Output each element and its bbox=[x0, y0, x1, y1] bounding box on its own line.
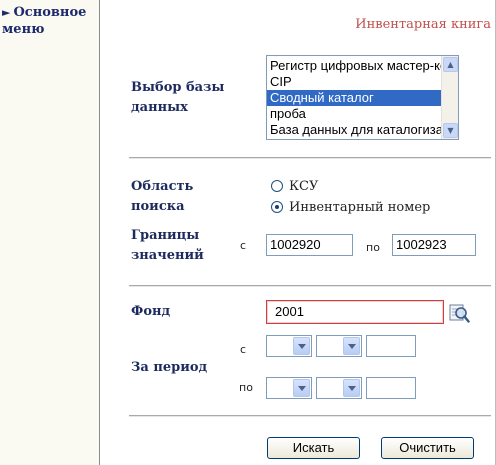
sidebar: ► Основное меню bbox=[0, 0, 100, 465]
database-option[interactable]: проба bbox=[267, 106, 441, 122]
chevron-down-icon[interactable] bbox=[293, 379, 310, 397]
period-to-month-select[interactable] bbox=[266, 377, 312, 399]
main-menu-link[interactable]: ► Основное меню bbox=[2, 4, 98, 38]
search-lookup-icon[interactable] bbox=[448, 302, 470, 324]
search-button[interactable]: Искать bbox=[267, 437, 360, 459]
database-options: Регистр цифровых мастер-копий CIP Сводны… bbox=[267, 58, 441, 138]
fond-input[interactable]: 2001 bbox=[266, 300, 444, 324]
range-label: Границы значений bbox=[131, 228, 204, 263]
period-to-year-select[interactable] bbox=[316, 377, 362, 399]
database-listbox[interactable]: Регистр цифровых мастер-копий CIP Сводны… bbox=[266, 55, 459, 140]
search-area-label: Область поиска bbox=[131, 179, 194, 214]
chevron-down-icon[interactable] bbox=[293, 337, 310, 355]
chevron-down-icon[interactable] bbox=[343, 379, 360, 397]
divider bbox=[129, 285, 491, 287]
radio-ksu[interactable]: КСУ bbox=[271, 177, 318, 195]
divider bbox=[129, 157, 491, 159]
main-menu-label: Основное меню bbox=[2, 5, 87, 37]
period-from-year-select[interactable] bbox=[316, 335, 362, 357]
scroll-down-icon[interactable]: ▼ bbox=[443, 123, 458, 138]
range-from-label: с bbox=[240, 239, 247, 252]
chevron-down-icon[interactable] bbox=[343, 337, 360, 355]
database-option[interactable]: CIP bbox=[267, 74, 441, 90]
period-from-label: с bbox=[240, 343, 247, 356]
divider bbox=[129, 415, 491, 417]
period-to-day-input[interactable] bbox=[366, 377, 416, 399]
clear-button[interactable]: Очистить bbox=[381, 437, 474, 459]
triangle-right-icon: ► bbox=[2, 6, 11, 19]
radio-inventory-label: Инвентарный номер bbox=[289, 199, 431, 215]
fond-label: Фонд bbox=[131, 304, 171, 319]
period-from-day-input[interactable] bbox=[366, 335, 416, 357]
database-label: Выбор базы данных bbox=[131, 80, 225, 115]
radio-button[interactable] bbox=[271, 180, 283, 192]
range-to-label: по bbox=[366, 241, 380, 254]
listbox-scrollbar[interactable]: ▲ ▼ bbox=[441, 56, 458, 139]
database-option[interactable]: Регистр цифровых мастер-копий bbox=[267, 58, 441, 74]
radio-inventory-number[interactable]: Инвентарный номер bbox=[271, 198, 430, 216]
radio-button-checked[interactable] bbox=[271, 201, 283, 213]
range-from-input[interactable]: 1002920 bbox=[266, 234, 353, 256]
scroll-up-icon[interactable]: ▲ bbox=[443, 57, 458, 72]
period-from-month-select[interactable] bbox=[266, 335, 312, 357]
main-panel: Инвентарная книга Выбор базы данных Реги… bbox=[101, 0, 496, 465]
radio-ksu-label: КСУ bbox=[289, 178, 319, 194]
range-to-input[interactable]: 1002923 bbox=[392, 234, 476, 256]
database-option[interactable]: База данных для каталогизации bbox=[267, 122, 441, 138]
database-option-selected[interactable]: Сводный каталог bbox=[267, 90, 441, 106]
period-to-label: по bbox=[239, 381, 253, 394]
period-label: За период bbox=[131, 360, 208, 375]
page-title: Инвентарная книга bbox=[355, 17, 491, 32]
